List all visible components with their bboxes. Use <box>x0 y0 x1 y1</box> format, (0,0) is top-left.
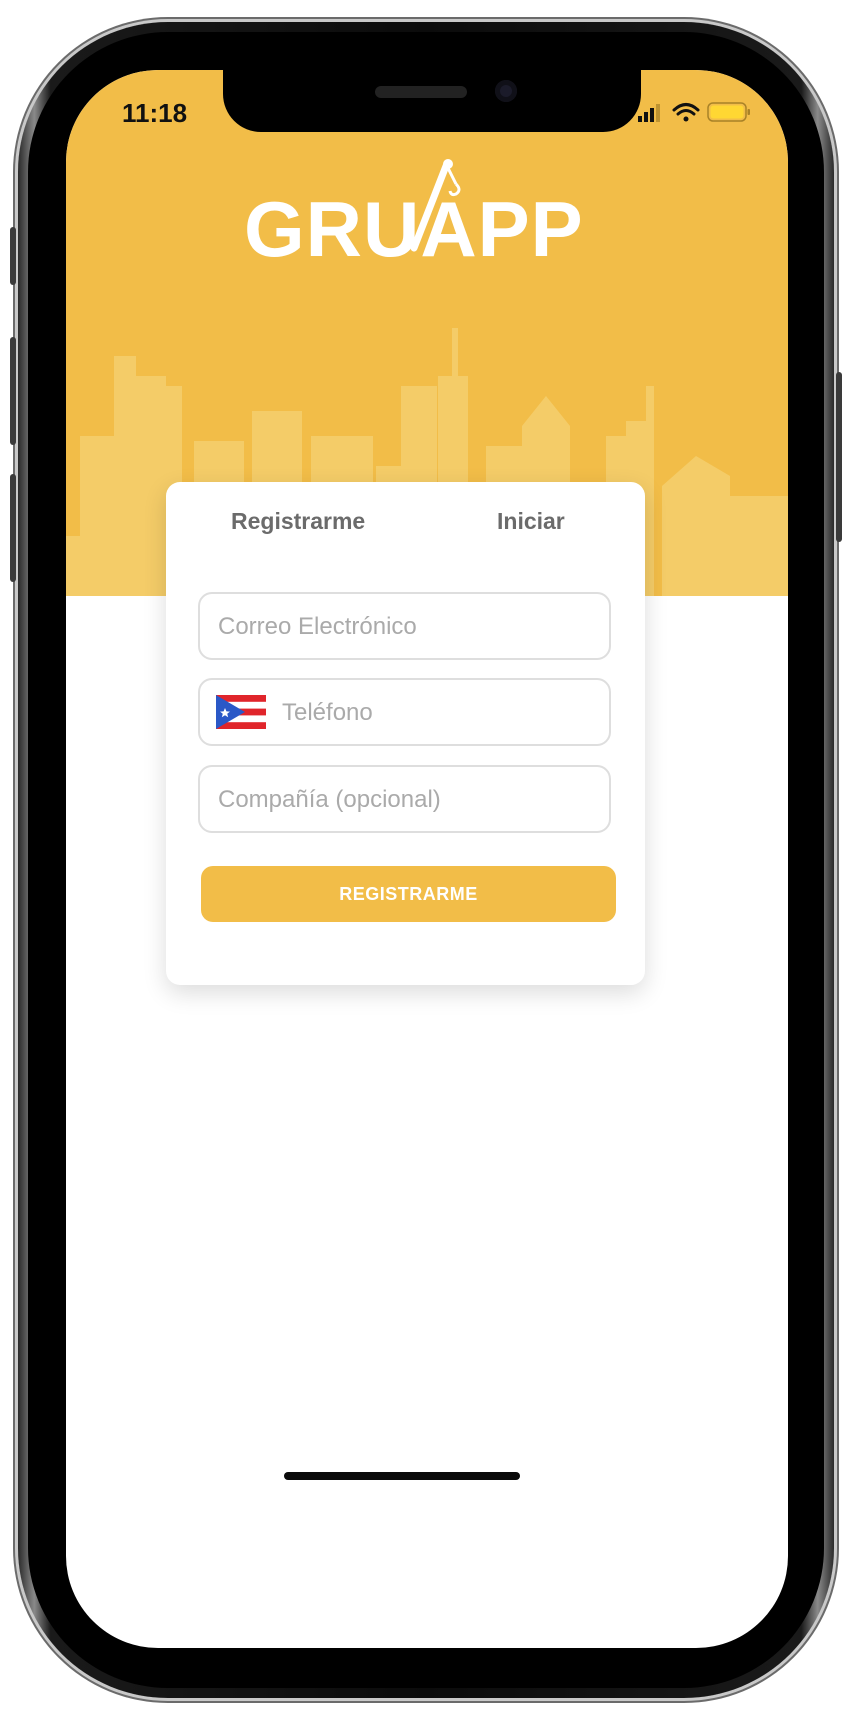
auth-card: Registrarme Iniciar REGISTRARME <box>166 482 645 985</box>
company-field[interactable] <box>198 765 611 833</box>
tab-register[interactable]: Registrarme <box>231 508 365 535</box>
front-camera <box>495 80 517 102</box>
gruapp-logo: GRUAPP <box>236 156 583 273</box>
mute-switch <box>10 227 16 285</box>
app-screen: 11:18 GRUAPP Registrarme Iniciar Correo … <box>66 70 788 1648</box>
puerto-rico-flag-icon[interactable] <box>216 695 266 729</box>
home-indicator[interactable] <box>284 1472 520 1480</box>
company-input[interactable] <box>216 767 600 833</box>
volume-down-button <box>10 474 16 582</box>
volume-up-button <box>10 337 16 445</box>
power-button <box>836 372 842 542</box>
wifi-icon <box>672 103 700 122</box>
device-notch <box>223 70 641 132</box>
email-input[interactable] <box>216 594 600 660</box>
tab-login[interactable]: Iniciar <box>497 508 565 535</box>
cellular-signal-icon <box>638 104 660 122</box>
register-button[interactable]: REGISTRARME <box>201 866 616 922</box>
status-time: 11:18 <box>122 98 188 128</box>
email-field[interactable] <box>198 592 611 660</box>
phone-field[interactable] <box>198 678 611 746</box>
phone-input[interactable] <box>280 680 604 746</box>
battery-icon <box>707 102 750 122</box>
crane-hook-icon <box>410 159 461 252</box>
earpiece-speaker <box>375 86 467 98</box>
status-icons <box>638 102 750 122</box>
